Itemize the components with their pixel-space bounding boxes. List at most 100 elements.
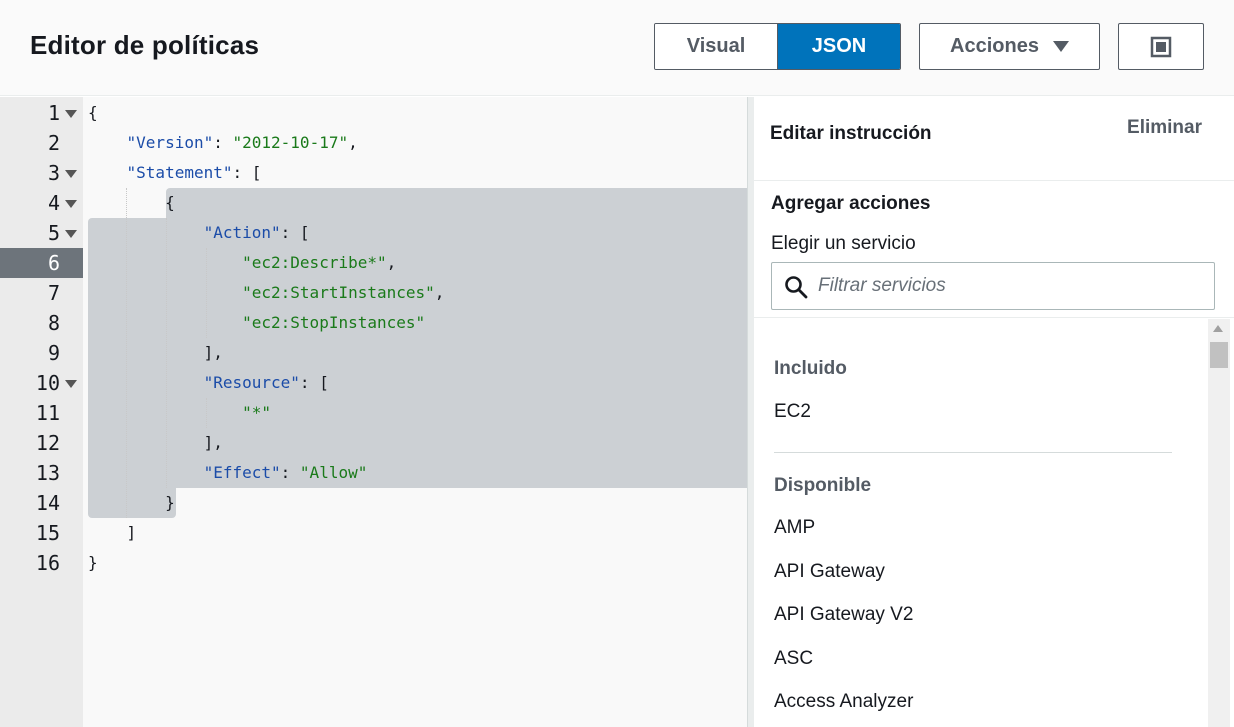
line-number-row: 9: [0, 338, 83, 368]
service-item[interactable]: AMP: [774, 517, 815, 539]
code-line: ],: [88, 338, 223, 368]
header: Editor de políticas Visual JSON Acciones: [0, 0, 1234, 96]
json-key: "Resource": [203, 373, 300, 392]
group-divider: [774, 452, 1172, 453]
line-number: 7: [47, 281, 60, 305]
line-number: 2: [47, 131, 60, 155]
tab-json[interactable]: JSON: [778, 24, 900, 69]
json-punctuation: [: [251, 163, 262, 182]
line-number: 5: [47, 221, 60, 245]
json-punctuation: ],: [203, 433, 223, 452]
actions-label: Acciones: [950, 35, 1039, 57]
line-number-row: 4: [0, 188, 83, 218]
line-number-row: 14: [0, 488, 83, 518]
edit-statement-panel: Editar instrucción Eliminar Agregar acci…: [754, 97, 1234, 727]
line-number: 4: [47, 191, 60, 215]
json-punctuation: ,: [348, 133, 358, 152]
service-list-scrollbar[interactable]: [1208, 319, 1230, 727]
fold-arrow-icon[interactable]: [65, 380, 77, 388]
line-number: 6: [47, 251, 60, 275]
line-number-row: 2: [0, 128, 83, 158]
toggle-panel-button[interactable]: [1118, 23, 1204, 70]
list-divider: [754, 317, 1234, 318]
line-number-row: 16: [0, 548, 83, 578]
code-line: "ec2:StartInstances",: [88, 278, 444, 308]
service-item-ec2[interactable]: EC2: [774, 401, 811, 423]
panel-header: Editar instrucción Eliminar: [754, 97, 1234, 181]
available-group-label: Disponible: [774, 475, 872, 496]
line-number: 10: [35, 371, 60, 395]
json-punctuation: [: [319, 373, 329, 392]
json-string: "ec2:StartInstances": [242, 283, 435, 302]
scroll-up-arrow-icon[interactable]: [1213, 325, 1223, 332]
line-number: 14: [35, 491, 60, 515]
service-item[interactable]: Access Analyzer: [774, 691, 913, 713]
code-line: ],: [88, 428, 223, 458]
json-key: "Statement": [126, 163, 233, 182]
tab-visual[interactable]: Visual: [655, 24, 778, 69]
code-line: ]: [88, 518, 137, 548]
json-punctuation: ,: [434, 283, 445, 302]
line-number: 8: [47, 311, 60, 335]
json-punctuation: }: [88, 553, 98, 572]
included-group-label: Incluido: [774, 358, 847, 379]
line-number-row: 15: [0, 518, 83, 548]
json-code-editor[interactable]: 1 2 3 4 5 6 7 8 9 10 11 12 13 14 15 16 { "Version": "20…: [0, 97, 747, 727]
line-number-row: 3: [0, 158, 83, 188]
choose-service-label: Elegir un servicio: [771, 233, 916, 254]
panel-title: Editar instrucción: [770, 123, 932, 144]
code-line: "Resource": [: [203, 373, 329, 392]
actions-dropdown-button[interactable]: Acciones: [919, 23, 1100, 70]
service-search-input[interactable]: [818, 264, 1208, 308]
json-string: "*": [242, 403, 272, 422]
line-number-row: 11: [0, 398, 83, 428]
code-line: {: [88, 98, 98, 128]
json-punctuation: }: [165, 493, 175, 512]
line-number: 1: [47, 101, 60, 125]
line-number-gutter: 1 2 3 4 5 6 7 8 9 10 11 12 13 14 15 16: [0, 97, 83, 727]
code-line: "ec2:Describe*",: [88, 248, 396, 278]
code-line: "Version": "2012-10-17",: [126, 133, 358, 152]
page-title: Editor de políticas: [30, 30, 260, 60]
editor-mode-toggle: Visual JSON: [654, 23, 901, 70]
panel-resize-handle[interactable]: [747, 97, 754, 727]
json-punctuation: ],: [203, 343, 223, 362]
caret-down-icon: [1052, 41, 1069, 52]
code-line: "Statement": [: [126, 163, 262, 182]
line-number-row: 6: [0, 248, 83, 278]
code-line: "Action": [: [203, 223, 310, 242]
line-number: 12: [35, 431, 60, 455]
line-number-row: 5: [0, 218, 83, 248]
json-punctuation: ]: [126, 523, 137, 542]
line-number: 3: [47, 161, 60, 185]
service-item[interactable]: API Gateway V2: [774, 604, 913, 626]
line-number-row: 10: [0, 368, 83, 398]
line-number: 13: [35, 461, 60, 485]
code-line: "Effect": "Allow": [203, 463, 368, 482]
delete-statement-button[interactable]: Eliminar: [1127, 117, 1202, 139]
fold-arrow-icon[interactable]: [65, 110, 77, 118]
fold-arrow-icon[interactable]: [65, 170, 77, 178]
json-key: "Effect": [203, 463, 281, 482]
line-number-row: 8: [0, 308, 83, 338]
line-number-row: 1: [0, 98, 83, 128]
json-punctuation: {: [88, 103, 98, 122]
json-string: "ec2:StopInstances": [242, 313, 426, 332]
service-item[interactable]: API Gateway: [774, 561, 885, 583]
line-number-row: 12: [0, 428, 83, 458]
scroll-thumb[interactable]: [1210, 342, 1228, 368]
code-line: }: [88, 488, 175, 518]
line-number: 9: [47, 341, 60, 365]
search-icon: [785, 276, 808, 299]
code-line: "ec2:StopInstances": [88, 308, 425, 338]
service-item[interactable]: ASC: [774, 648, 813, 670]
json-punctuation: [: [299, 223, 310, 242]
add-actions-heading: Agregar acciones: [771, 193, 931, 214]
fold-arrow-icon[interactable]: [65, 230, 77, 238]
json-key: "Version": [126, 133, 214, 152]
line-number-row: 7: [0, 278, 83, 308]
json-punctuation: {: [165, 193, 175, 212]
line-number: 11: [35, 401, 60, 425]
panel-icon: [1150, 36, 1172, 57]
fold-arrow-icon[interactable]: [65, 200, 77, 208]
